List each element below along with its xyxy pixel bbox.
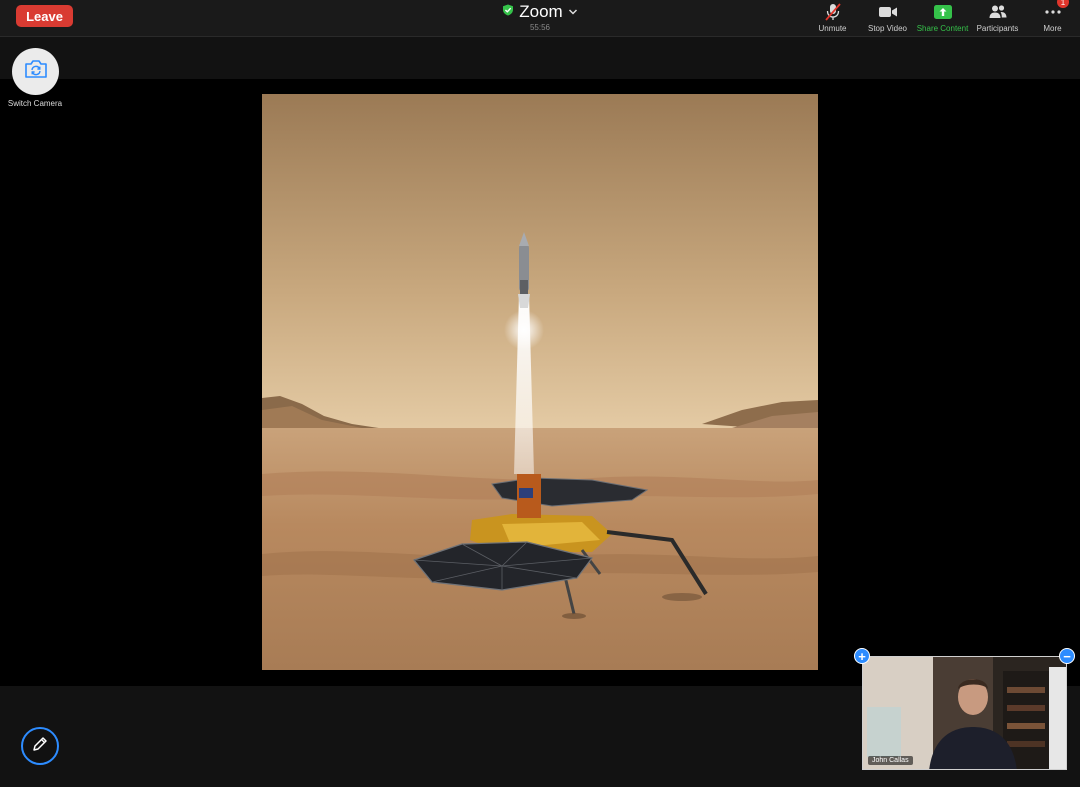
unmute-label: Unmute bbox=[818, 24, 847, 33]
plus-icon: + bbox=[858, 649, 866, 664]
annotate-button[interactable] bbox=[21, 727, 59, 765]
pencil-icon bbox=[31, 735, 49, 758]
meeting-title: Zoom bbox=[519, 2, 563, 21]
switch-camera-label: Switch Camera bbox=[7, 99, 63, 108]
shared-screen-image bbox=[262, 94, 818, 670]
participants-icon bbox=[988, 2, 1008, 22]
meeting-toolbar: Leave Zoom 55:56 Unmute Stop Video Share… bbox=[0, 0, 1080, 37]
chevron-down-icon bbox=[568, 3, 578, 21]
notification-badge: 1 bbox=[1057, 0, 1069, 8]
share-screen-icon bbox=[933, 2, 953, 22]
stop-video-button[interactable]: Stop Video bbox=[860, 0, 915, 36]
camera-switch-icon bbox=[23, 58, 49, 85]
more-button[interactable]: 1 More bbox=[1025, 0, 1080, 36]
self-video-thumbnail[interactable]: John Callas bbox=[862, 656, 1067, 770]
toolbar-controls: Unmute Stop Video Share Content Particip… bbox=[805, 0, 1080, 36]
share-content-button[interactable]: Share Content bbox=[915, 0, 970, 36]
stop-video-label: Stop Video bbox=[868, 24, 907, 33]
participants-button[interactable]: Participants bbox=[970, 0, 1025, 36]
video-camera-icon bbox=[878, 2, 898, 22]
top-panel bbox=[0, 37, 1080, 79]
switch-camera-button[interactable] bbox=[12, 48, 59, 95]
minimize-thumbnail-button[interactable]: − bbox=[1059, 648, 1075, 664]
mic-muted-icon bbox=[823, 2, 843, 22]
shield-check-icon bbox=[502, 3, 514, 21]
more-label: More bbox=[1043, 24, 1062, 33]
minus-icon: − bbox=[1063, 649, 1071, 664]
meeting-title-dropdown[interactable]: Zoom bbox=[502, 2, 577, 22]
unmute-button[interactable]: Unmute bbox=[805, 0, 860, 36]
share-content-label: Share Content bbox=[916, 24, 969, 33]
participants-label: Participants bbox=[976, 24, 1019, 33]
participant-name-tag: John Callas bbox=[868, 756, 913, 765]
expand-thumbnail-button[interactable]: + bbox=[854, 648, 870, 664]
